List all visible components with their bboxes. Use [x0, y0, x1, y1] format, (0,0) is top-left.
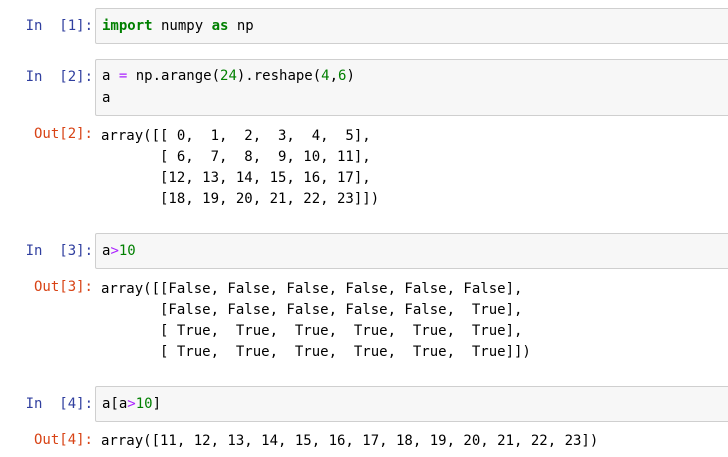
input-prompt: In [2]: — [25, 69, 93, 85]
output-line: array([11, 12, 13, 14, 15, 16, 17, 18, 1… — [101, 433, 599, 449]
code-token: > — [110, 243, 119, 259]
code-token: 10 — [135, 396, 153, 412]
code-line: a[a>10] — [102, 394, 161, 415]
output-area: array([[ 0, 1, 2, 3, 4, 5], [ 6, 7, 8, 9… — [95, 123, 728, 215]
code-input-area[interactable]: a>10 — [95, 233, 728, 269]
output-prompt: Out[2]: — [33, 126, 93, 142]
output-line: [False, False, False, False, False, True… — [101, 302, 523, 318]
code-input-area[interactable]: import numpy as np — [95, 8, 728, 44]
code-token: ).reshape( — [236, 68, 322, 84]
code-line: a — [102, 88, 110, 109]
code-token: 24 — [220, 68, 237, 84]
code-line: import numpy as np — [102, 16, 254, 37]
notebook-cell-4[interactable]: In [4]: a[a>10] Out[4]: array([11, 12, 1… — [0, 386, 728, 457]
notebook-cell-1[interactable]: In [1]: import numpy as np — [0, 8, 728, 45]
output-line: [ True, True, True, True, True, True], — [101, 323, 523, 339]
input-prompt: In [3]: — [25, 243, 93, 259]
code-token: a — [102, 90, 111, 106]
output-line: [12, 13, 14, 15, 16, 17], — [101, 170, 371, 186]
notebook-cell-2[interactable]: In [2]: a = np.arange(24).reshape(4,6) a… — [0, 59, 728, 219]
code-line: a = np.arange(24).reshape(4,6) — [102, 66, 355, 87]
output-prompt: Out[3]: — [33, 279, 93, 295]
code-token: 4 — [321, 68, 330, 84]
output-line: [ 6, 7, 8, 9, 10, 11], — [101, 149, 371, 165]
input-prompt: In [1]: — [25, 18, 93, 34]
output-line: array([[ 0, 1, 2, 3, 4, 5], — [101, 128, 371, 144]
code-token: a[ — [102, 396, 119, 412]
output-line: [ True, True, True, True, True, True]]) — [101, 344, 531, 360]
code-token: a — [102, 68, 119, 84]
output-prompt: Out[4]: — [33, 432, 93, 448]
code-token: 10 — [118, 243, 136, 259]
output-line: array([[False, False, False, False, Fals… — [101, 281, 523, 297]
code-token: as — [211, 18, 229, 34]
output-area: array([[False, False, False, False, Fals… — [95, 276, 728, 368]
output-line: [18, 19, 20, 21, 22, 23]]) — [101, 191, 380, 207]
code-token: ] — [152, 396, 162, 412]
notebook-cell-3[interactable]: In [3]: a>10 Out[3]: array([[False, Fals… — [0, 233, 728, 368]
code-token: ) — [346, 68, 355, 84]
code-token: np.arange( — [127, 68, 221, 84]
code-token: > — [127, 396, 136, 412]
code-token: numpy — [152, 18, 212, 34]
code-token: , — [329, 68, 339, 84]
code-token: import — [102, 18, 153, 34]
code-line: a>10 — [102, 241, 136, 262]
input-prompt: In [4]: — [25, 396, 93, 412]
code-token: np — [228, 18, 254, 34]
code-input-area[interactable]: a[a>10] — [95, 386, 728, 422]
output-area: array([11, 12, 13, 14, 15, 16, 17, 18, 1… — [95, 429, 728, 453]
code-input-area[interactable]: a = np.arange(24).reshape(4,6) a — [95, 59, 728, 116]
